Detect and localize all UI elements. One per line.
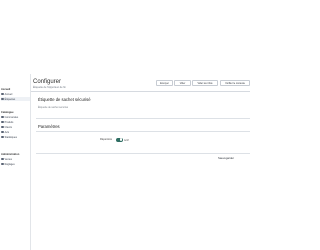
card-title: Étiquette de sachet sécurisé: [38, 97, 91, 102]
gear-icon: [1, 162, 4, 166]
user-icon: [1, 125, 4, 129]
sidebar-item-avis[interactable]: Avis: [1, 130, 30, 134]
sidebar: Accueil Accueil Étiquettes Catalogue Com…: [0, 74, 31, 250]
sidebar-item-label: Ventes: [4, 157, 12, 161]
section-divider: [36, 153, 250, 154]
tag-icon: [1, 97, 4, 101]
clear-info-button[interactable]: Vider les infos: [192, 80, 218, 86]
sidebar-item-etiquettes[interactable]: Étiquettes: [1, 97, 30, 101]
home-icon: [1, 92, 4, 96]
cart-icon: [1, 157, 4, 161]
sidebar-item-commandes[interactable]: Commandes: [1, 115, 30, 119]
order-icon: [1, 115, 4, 119]
sidebar-item-reglages[interactable]: Réglages: [1, 162, 30, 166]
field-label: Répertoire: [100, 138, 113, 141]
header-divider: [31, 91, 250, 92]
sidebar-item-label: Étiquettes: [4, 97, 16, 101]
toggle-knob: [119, 138, 123, 141]
check-context-button[interactable]: Vérifier le contexte: [220, 80, 250, 86]
card-title: Paramètres: [38, 124, 60, 129]
box-icon: [1, 120, 4, 124]
save-button[interactable]: Sauvegarder: [218, 156, 234, 160]
sidebar-section-title: Accueil: [1, 88, 11, 91]
sidebar-item-statistiques[interactable]: Statistiques: [1, 135, 30, 139]
sidebar-item-label: Avis: [4, 130, 10, 134]
sidebar-item-clients[interactable]: Clients: [1, 125, 30, 129]
sidebar-section-title: Catalogue: [1, 111, 14, 114]
page-title: Configurer: [33, 79, 62, 85]
sidebar-item-label: Commandes: [4, 115, 19, 119]
sidebar-divider: [30, 74, 31, 250]
toggle-state-label: Actif: [124, 138, 129, 142]
sidebar-item-accueil[interactable]: Accueil: [1, 92, 30, 96]
sidebar-item-label: Statistiques: [4, 135, 17, 139]
chart-icon: [1, 135, 4, 139]
sidebar-item-label: Produits: [4, 120, 14, 124]
sidebar-item-label: Accueil: [4, 92, 13, 96]
card-divider: [36, 131, 250, 132]
page-subtitle: Étiquette de l'Apporteur de fin: [33, 86, 66, 89]
card-divider: [36, 118, 250, 119]
enabled-toggle[interactable]: [116, 137, 123, 142]
sidebar-section-title: Administration: [1, 153, 20, 156]
send-button[interactable]: Envoyer: [156, 80, 173, 86]
clear-button[interactable]: Vider: [174, 80, 191, 86]
star-icon: [1, 130, 4, 134]
sidebar-item-label: Réglages: [4, 162, 15, 166]
sidebar-item-ventes[interactable]: Ventes: [1, 157, 30, 161]
card-subtitle: Étiquette de sachet sécurisé: [38, 106, 69, 109]
sidebar-item-produits[interactable]: Produits: [1, 120, 30, 124]
sidebar-item-label: Clients: [4, 125, 12, 129]
